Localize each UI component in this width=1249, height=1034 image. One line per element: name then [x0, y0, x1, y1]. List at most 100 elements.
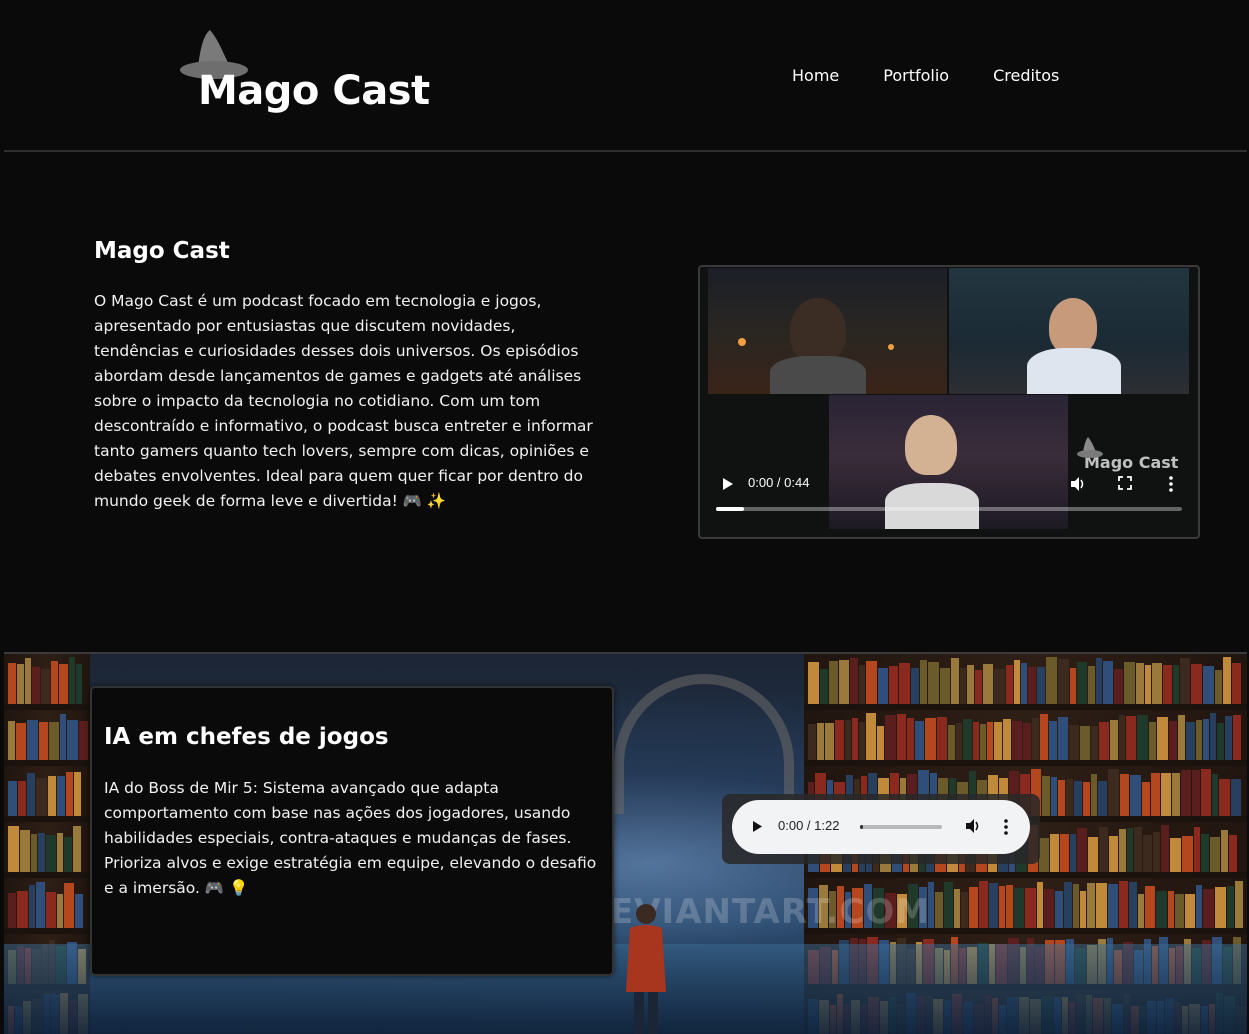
nav-creditos[interactable]: Creditos: [993, 66, 1059, 85]
book: [1069, 725, 1079, 760]
book: [57, 894, 63, 928]
book: [64, 837, 72, 872]
book: [1096, 883, 1107, 928]
book: [1212, 774, 1218, 816]
book: [1153, 832, 1160, 872]
play-icon[interactable]: [722, 477, 734, 491]
book: [1145, 665, 1151, 704]
episode-card: IA em chefes de jogos IA do Boss de Mir …: [90, 686, 614, 976]
book: [38, 833, 45, 872]
book: [67, 720, 78, 760]
book: [866, 713, 876, 760]
book: [994, 669, 1005, 704]
book: [1050, 834, 1059, 872]
about-title: Mago Cast: [94, 238, 230, 264]
book: [1108, 884, 1118, 928]
book: [967, 665, 974, 704]
book: [940, 668, 950, 704]
book: [51, 661, 58, 704]
book: [1049, 721, 1057, 760]
book: [845, 720, 851, 760]
book: [1210, 713, 1216, 760]
book: [1161, 773, 1171, 816]
book: [1201, 834, 1209, 872]
book: [1233, 715, 1241, 760]
book: [8, 721, 15, 760]
book: [956, 723, 962, 760]
main-nav: Home Portfolio Creditos: [792, 66, 1059, 85]
book: [1014, 888, 1024, 928]
book: [1192, 770, 1200, 816]
fullscreen-icon[interactable]: [1118, 476, 1132, 490]
book: [877, 726, 884, 760]
book: [27, 773, 35, 816]
book: [960, 668, 966, 704]
book: [975, 670, 982, 704]
more-options-icon[interactable]: [1003, 818, 1009, 836]
video-player[interactable]: Mago Cast 0:00 / 0:44: [698, 265, 1200, 539]
book: [32, 667, 40, 704]
book: [1219, 779, 1230, 816]
site-logo[interactable]: Mago Cast: [180, 24, 460, 124]
book: [39, 722, 48, 760]
book: [1060, 834, 1069, 872]
book: [1110, 720, 1118, 760]
book: [17, 664, 24, 704]
book: [76, 664, 82, 704]
nav-portfolio[interactable]: Portfolio: [883, 66, 949, 85]
play-icon[interactable]: [752, 820, 763, 833]
book: [1178, 715, 1185, 760]
book: [1037, 667, 1045, 704]
book: [57, 776, 65, 816]
book: [1173, 665, 1179, 704]
book: [69, 657, 75, 704]
book: [1203, 889, 1214, 928]
book: [46, 835, 56, 872]
book: [820, 669, 828, 704]
book: [1186, 722, 1195, 760]
book: [1169, 721, 1177, 760]
book: [1006, 885, 1013, 928]
book: [1023, 723, 1031, 760]
book: [808, 724, 816, 760]
book: [1196, 720, 1202, 760]
book: [1203, 666, 1214, 704]
audio-player[interactable]: 0:00 / 1:22: [732, 800, 1030, 854]
book: [1096, 658, 1102, 704]
episode-title: IA em chefes de jogos: [104, 724, 389, 750]
book: [1180, 658, 1190, 704]
book: [1134, 827, 1142, 872]
book: [850, 658, 858, 704]
participant-figure: [790, 298, 846, 362]
volume-icon[interactable]: [964, 817, 982, 835]
book: [935, 892, 943, 928]
episode-section: EVIANTART.COM IA em chefes de jogos IA d…: [4, 652, 1247, 1034]
book: [944, 882, 953, 928]
book: [1080, 726, 1090, 760]
book: [885, 715, 896, 760]
more-options-icon[interactable]: [1168, 475, 1174, 493]
book: [1083, 782, 1090, 816]
book: [859, 665, 865, 704]
book: [1037, 882, 1043, 928]
book: [1191, 664, 1202, 704]
video-progress-bar[interactable]: [716, 507, 1182, 511]
book: [1126, 716, 1136, 760]
book: [899, 663, 910, 704]
book: [29, 885, 35, 928]
audio-progress-bar[interactable]: [860, 825, 942, 829]
volume-icon[interactable]: [1069, 475, 1087, 493]
book: [1227, 886, 1234, 928]
book: [983, 664, 993, 704]
book: [1058, 717, 1068, 760]
brand-name: Mago Cast: [198, 68, 430, 114]
nav-home[interactable]: Home: [792, 66, 839, 85]
header-divider: [4, 150, 1247, 152]
book: [1080, 891, 1086, 928]
book: [1051, 777, 1057, 816]
book: [1223, 657, 1231, 704]
book: [989, 883, 998, 928]
book: [1108, 769, 1119, 816]
book: [16, 723, 26, 760]
video-controls: 0:00 / 0:44: [700, 467, 1198, 527]
